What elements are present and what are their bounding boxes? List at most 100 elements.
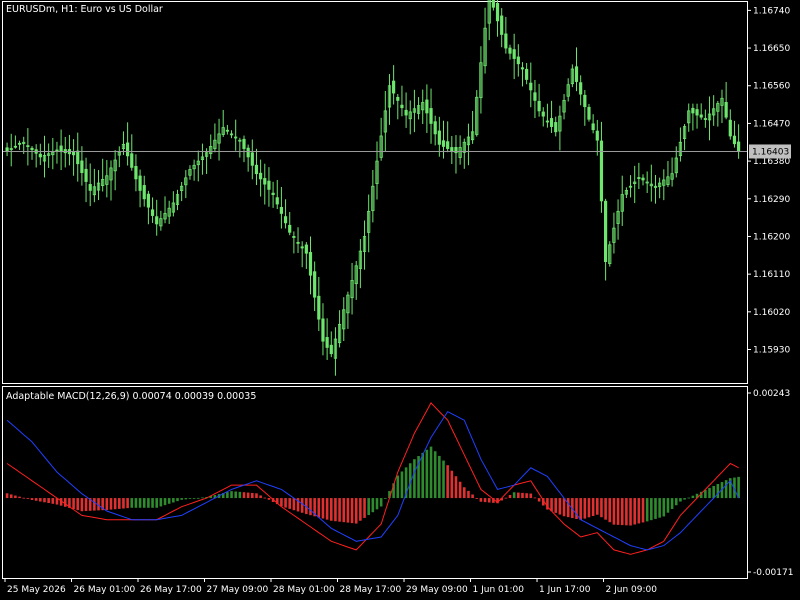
macd-histogram-bar — [267, 498, 271, 500]
candle-body — [587, 106, 591, 120]
macd-histogram-bar — [650, 498, 653, 521]
candle-body — [595, 130, 599, 141]
price-tick-label: 1.16380 — [753, 157, 790, 167]
candle-body — [520, 67, 525, 70]
candle-body — [574, 66, 579, 82]
macd-histogram-bar — [184, 498, 188, 500]
macd-histogram-bar — [172, 498, 175, 503]
macd-histogram-bar — [238, 491, 242, 499]
macd-histogram-bar — [467, 490, 470, 499]
macd-histogram-bar — [662, 498, 666, 517]
macd-histogram-bar — [375, 498, 379, 510]
macd-tick-label: -0.00171 — [753, 568, 793, 578]
macd-histogram-bar — [259, 495, 262, 499]
candle-body — [246, 147, 250, 158]
macd-histogram-bar — [517, 492, 520, 499]
macd-histogram-bar — [462, 487, 466, 499]
symbol-title: EURUSDm, H1: Euro vs US Dollar — [6, 4, 163, 15]
macd-histogram-bar — [26, 498, 30, 499]
macd-histogram-bar — [475, 498, 479, 499]
candle-body — [138, 175, 142, 191]
candle-body — [263, 178, 267, 185]
macd-histogram-bar — [80, 498, 84, 512]
macd-histogram-bar — [716, 484, 720, 499]
candle-body — [296, 241, 300, 244]
candle-body — [71, 151, 76, 156]
macd-histogram-bar — [39, 498, 42, 502]
candle-body — [250, 152, 254, 166]
macd-histogram-bar — [458, 481, 462, 499]
macd-histogram-bar — [679, 498, 682, 502]
terminal-chart[interactable]: 1.168301.167401.166501.165601.164701.163… — [0, 0, 800, 600]
macd-histogram-bar — [566, 498, 570, 518]
candle-body — [641, 177, 645, 181]
macd-histogram-bar — [109, 498, 113, 510]
candle-body — [259, 172, 263, 180]
price-tick-label: 1.16020 — [753, 308, 790, 318]
macd-histogram-bar — [537, 498, 541, 502]
macd-histogram-bar — [508, 494, 512, 499]
macd-histogram-bar — [616, 498, 620, 525]
candle-body — [317, 295, 321, 320]
macd-histogram-bar — [400, 471, 404, 499]
macd-histogram-bar — [321, 498, 325, 519]
candle-body — [504, 33, 508, 49]
candle-body — [254, 164, 259, 175]
candle-body — [525, 68, 529, 80]
macd-histogram-bar — [595, 498, 599, 515]
candle-body — [329, 344, 333, 355]
macd-histogram-bar — [483, 498, 487, 503]
macd-histogram-bar — [708, 487, 711, 499]
macd-histogram-bar — [350, 498, 354, 524]
time-tick-label: 2 Jun 09:00 — [606, 585, 658, 595]
candle-body — [728, 119, 732, 137]
macd-histogram-bar — [433, 451, 437, 499]
macd-histogram-bar — [63, 498, 67, 507]
candle-body — [308, 252, 313, 276]
candle-body — [425, 99, 429, 114]
candle-body — [695, 109, 699, 116]
macd-histogram-bar — [658, 498, 661, 518]
macd-histogram-bar — [234, 491, 237, 499]
candle-body — [146, 193, 150, 208]
macd-histogram-bar — [230, 491, 233, 499]
macd-histogram-bar — [438, 455, 441, 499]
macd-histogram-bar — [309, 498, 312, 516]
macd-histogram-bar — [130, 498, 134, 508]
macd-histogram-bar — [712, 485, 715, 499]
macd-histogram-bar — [201, 497, 204, 499]
macd-histogram-bar — [76, 498, 80, 511]
macd-histogram-bar — [43, 498, 46, 503]
price-tick-label: 1.16560 — [753, 82, 790, 92]
time-tick-label: 1 Jun 17:00 — [539, 585, 591, 595]
candle-body — [225, 129, 229, 132]
candle-body — [300, 246, 304, 249]
candle-body — [599, 140, 604, 202]
time-tick-label: 26 May 17:00 — [140, 585, 202, 595]
macd-histogram-bar — [442, 460, 445, 499]
candle-body — [76, 150, 80, 165]
macd-histogram-bar — [118, 498, 121, 509]
macd-histogram-bar — [670, 498, 674, 509]
macd-histogram-bar — [188, 498, 192, 499]
time-tick-label: 27 May 09:00 — [207, 585, 269, 595]
macd-histogram-bar — [371, 498, 375, 513]
candle-body — [271, 192, 275, 195]
macd-histogram-bar — [30, 498, 34, 501]
candle-body — [80, 160, 84, 174]
macd-histogram-bar — [637, 498, 641, 524]
candle-body — [5, 147, 9, 152]
current-price-tag-text: 1.16403 — [752, 147, 789, 157]
current-price-tag: 1.16403 — [749, 144, 791, 159]
candle-body — [88, 184, 92, 191]
macd-histogram-bar — [34, 498, 38, 501]
macd-histogram-bar — [167, 498, 171, 504]
candle-body — [155, 216, 159, 225]
macd-histogram-bar — [413, 459, 416, 499]
candle-body — [446, 141, 450, 149]
macd-histogram-bar — [620, 498, 624, 526]
candle-body — [142, 185, 146, 200]
candle-body — [604, 200, 608, 262]
macd-histogram-bar — [471, 494, 474, 499]
candle-body — [26, 145, 30, 148]
